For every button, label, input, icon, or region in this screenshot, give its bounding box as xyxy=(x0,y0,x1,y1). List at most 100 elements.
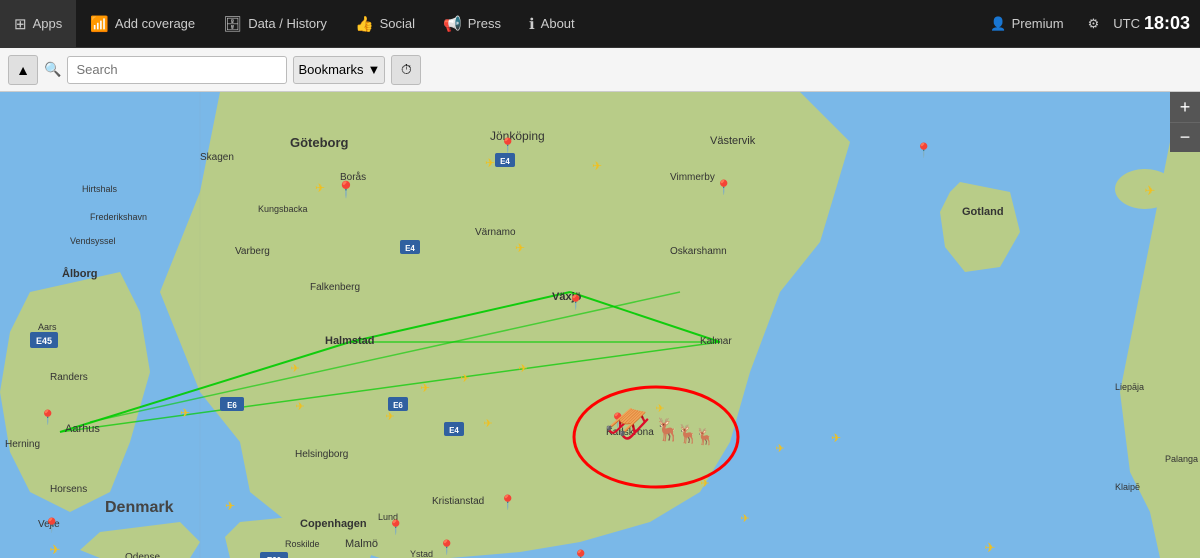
search-icon: 🔍 xyxy=(44,61,61,78)
svg-text:Kalmar: Kalmar xyxy=(700,336,732,347)
premium-label: Premium xyxy=(1012,16,1064,31)
svg-text:E6: E6 xyxy=(393,401,403,410)
svg-text:Falkenberg: Falkenberg xyxy=(310,282,360,293)
social-icon: 👍 xyxy=(355,15,374,33)
info-icon: ℹ xyxy=(529,15,535,33)
svg-text:Värnamo: Värnamo xyxy=(475,227,516,238)
svg-text:E4: E4 xyxy=(449,426,459,435)
svg-text:Aars: Aars xyxy=(38,322,57,332)
svg-text:Hirtshals: Hirtshals xyxy=(82,184,118,194)
nav-item-social[interactable]: 👍 Social xyxy=(341,0,429,47)
svg-text:Oskarshamn: Oskarshamn xyxy=(670,246,727,257)
settings-button[interactable]: ⚙ xyxy=(1078,16,1110,32)
svg-text:Kungsbacka: Kungsbacka xyxy=(258,204,308,214)
utc-label: UTC xyxy=(1113,16,1140,31)
nav-label-apps: Apps xyxy=(33,16,63,31)
svg-text:✈: ✈ xyxy=(831,431,841,445)
nav-item-data-history[interactable]: 🗄 Data / History xyxy=(209,0,341,47)
search-bar: ▲ 🔍 Bookmarks ▼ ⏱ xyxy=(0,48,1200,92)
svg-text:✈: ✈ xyxy=(180,406,190,420)
svg-text:Klaipē: Klaipē xyxy=(1115,482,1140,492)
chevron-down-icon: ▼ xyxy=(367,62,380,77)
svg-text:📍: 📍 xyxy=(387,519,404,536)
nav-item-add-coverage[interactable]: 📶 Add coverage xyxy=(76,0,209,47)
svg-text:✈: ✈ xyxy=(740,513,749,525)
svg-text:Roskilde: Roskilde xyxy=(285,539,320,549)
svg-text:Ystad: Ystad xyxy=(410,549,433,558)
svg-text:✈: ✈ xyxy=(592,159,602,173)
utc-clock: UTC 18:03 xyxy=(1113,13,1190,34)
apps-icon: ⊞ xyxy=(14,15,27,33)
svg-text:✈: ✈ xyxy=(290,363,299,375)
svg-text:Horsens: Horsens xyxy=(50,484,87,495)
svg-text:📍: 📍 xyxy=(715,179,732,196)
svg-text:📍: 📍 xyxy=(336,180,356,199)
svg-text:Copenhagen: Copenhagen xyxy=(300,518,367,530)
svg-text:Randers: Randers xyxy=(50,372,88,383)
search-input[interactable] xyxy=(67,56,287,84)
nav-item-press[interactable]: 📢 Press xyxy=(429,0,515,47)
svg-text:Jönköping: Jönköping xyxy=(490,129,545,143)
history-button[interactable]: ⏱ xyxy=(391,55,421,85)
svg-text:📍: 📍 xyxy=(567,294,584,311)
premium-button[interactable]: 👤 Premium xyxy=(980,16,1073,32)
svg-text:✈: ✈ xyxy=(483,418,492,430)
svg-text:📍: 📍 xyxy=(43,517,60,534)
database-icon: 🗄 xyxy=(223,15,242,33)
svg-text:✈: ✈ xyxy=(385,411,394,423)
svg-text:E4: E4 xyxy=(405,244,415,253)
bookmarks-dropdown[interactable]: Bookmarks ▼ xyxy=(293,56,385,84)
zoom-controls: + − xyxy=(1170,92,1200,152)
svg-text:Västervik: Västervik xyxy=(710,135,756,147)
svg-text:✈: ✈ xyxy=(460,373,469,385)
svg-text:Göteborg: Göteborg xyxy=(290,135,349,150)
nav-label-social: Social xyxy=(380,16,415,31)
svg-text:📍: 📍 xyxy=(39,409,56,426)
nav-label-data-history: Data / History xyxy=(248,16,327,31)
svg-text:📍: 📍 xyxy=(915,142,932,159)
svg-text:✈: ✈ xyxy=(295,401,304,413)
svg-text:Vendsyssel: Vendsyssel xyxy=(70,236,116,246)
svg-text:Varberg: Varberg xyxy=(235,246,270,257)
svg-text:📍: 📍 xyxy=(499,494,516,511)
nav-label-about: About xyxy=(541,16,575,31)
zoom-in-button[interactable]: + xyxy=(1170,92,1200,122)
svg-text:Malmö: Malmö xyxy=(345,538,378,550)
svg-text:Halmstad: Halmstad xyxy=(325,335,375,347)
svg-text:E4: E4 xyxy=(500,157,510,166)
svg-text:Vimmerby: Vimmerby xyxy=(670,172,715,183)
svg-text:📍: 📍 xyxy=(438,539,455,556)
nav-label-press: Press xyxy=(468,16,501,31)
svg-text:✈: ✈ xyxy=(225,499,235,513)
top-navigation: ⊞ Apps 📶 Add coverage 🗄 Data / History 👍… xyxy=(0,0,1200,48)
svg-text:✈: ✈ xyxy=(50,542,61,557)
map-view[interactable]: E45 E45 E6 E20 E20 E47 E4 E6 E4 E4 Göteb… xyxy=(0,92,1200,558)
press-icon: 📢 xyxy=(443,15,462,33)
svg-text:📍: 📍 xyxy=(572,549,589,558)
svg-text:✈: ✈ xyxy=(775,443,784,455)
svg-text:✈: ✈ xyxy=(1145,183,1156,198)
zoom-out-button[interactable]: − xyxy=(1170,122,1200,152)
nav-item-about[interactable]: ℹ About xyxy=(515,0,589,47)
svg-text:Skagen: Skagen xyxy=(200,152,234,163)
svg-text:✈: ✈ xyxy=(485,156,495,170)
user-icon: 👤 xyxy=(990,16,1006,32)
up-arrow-icon: ▲ xyxy=(16,62,30,78)
svg-text:🛷: 🛷 xyxy=(604,404,651,446)
svg-text:✈: ✈ xyxy=(655,403,664,415)
svg-text:✈: ✈ xyxy=(515,241,525,255)
svg-text:Odense: Odense xyxy=(125,552,160,558)
svg-text:✈: ✈ xyxy=(985,540,996,555)
clock-time: 18:03 xyxy=(1144,13,1190,34)
svg-text:Denmark: Denmark xyxy=(105,499,174,516)
map-up-button[interactable]: ▲ xyxy=(8,55,38,85)
nav-item-apps[interactable]: ⊞ Apps xyxy=(0,0,76,47)
svg-text:E45: E45 xyxy=(36,336,52,346)
svg-text:Liepāja: Liepāja xyxy=(1115,382,1144,392)
svg-text:Frederikshavn: Frederikshavn xyxy=(90,212,147,222)
svg-text:✈: ✈ xyxy=(420,381,430,395)
svg-text:📍: 📍 xyxy=(499,137,516,154)
svg-text:🦌: 🦌 xyxy=(695,427,715,446)
svg-text:Ålborg: Ålborg xyxy=(62,267,97,280)
gear-icon: ⚙ xyxy=(1088,16,1100,32)
